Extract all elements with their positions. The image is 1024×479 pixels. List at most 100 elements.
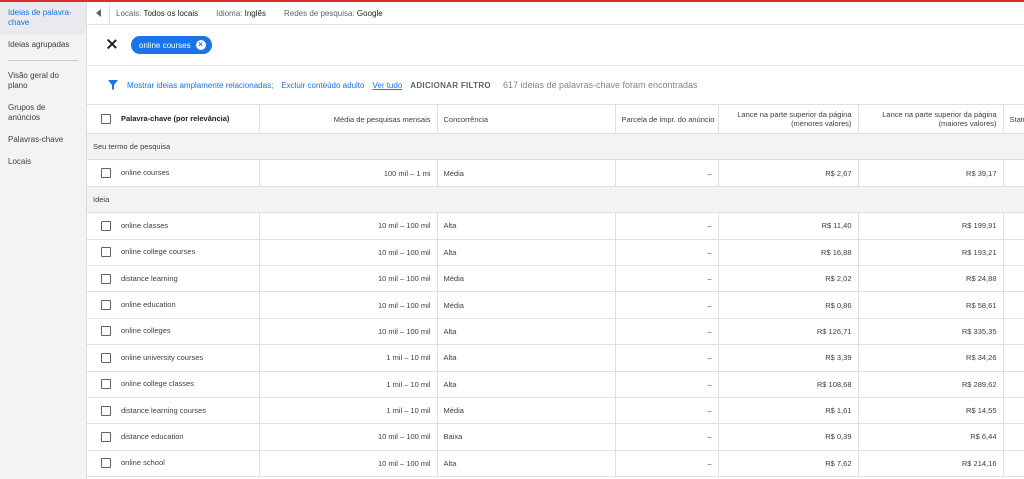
exclude-adult-link[interactable]: Excluir conteúdo adulto	[281, 81, 364, 90]
bid-low-cell: R$ 0,86	[718, 291, 859, 319]
sidebar-item-plan-overview[interactable]: Visão geral do plano	[0, 65, 86, 97]
keyword-text: online school	[121, 458, 165, 468]
sidebar: Ideias de palavra-chave Ideias agrupadas…	[0, 2, 87, 479]
bid-low-cell: R$ 7,62	[718, 450, 859, 478]
chevron-left-icon	[95, 9, 101, 17]
avg-searches-cell: 10 mil – 100 mil	[259, 423, 438, 451]
bid-high-cell: R$ 199,91	[858, 212, 1004, 240]
avg-searches-cell: 10 mil – 100 mil	[259, 239, 438, 266]
language-setting[interactable]: Idioma: Inglês	[216, 9, 266, 18]
chip-remove-icon[interactable]: ×	[195, 40, 206, 50]
row-checkbox[interactable]	[101, 458, 111, 469]
impression-share-cell: –	[615, 239, 719, 266]
sidebar-item-keyword-ideas[interactable]: Ideias de palavra-chave	[0, 2, 86, 34]
keyword-text: online college courses	[121, 247, 196, 257]
row-checkbox[interactable]	[101, 432, 111, 442]
column-header-avg-searches[interactable]: Média de pesquisas mensais	[259, 104, 438, 134]
view-all-link[interactable]: Ver tudo	[372, 81, 402, 90]
avg-searches-cell: 10 mil – 100 mil	[259, 291, 438, 319]
close-icon[interactable]	[103, 36, 121, 54]
bid-low-cell: R$ 126,71	[718, 318, 859, 346]
keyword-text: online university courses	[121, 352, 204, 362]
section-row-search-term: Seu termo de pesquisa	[87, 133, 1024, 161]
sidebar-item-grouped-ideas[interactable]: Ideias agrupadas	[0, 34, 86, 56]
bid-high-cell: R$ 24,88	[858, 265, 1004, 293]
filter-icon[interactable]	[107, 79, 119, 91]
status-cell	[1003, 371, 1024, 398]
locations-label: Locais:	[116, 8, 142, 18]
keyword-text: online courses	[121, 168, 170, 178]
sidebar-item-ad-groups[interactable]: Grupos de anúncios	[0, 97, 86, 129]
table-row: distance education 10 mil – 100 mil Baixa –…	[87, 423, 1024, 451]
impression-share-cell: –	[615, 423, 719, 451]
row-checkbox[interactable]	[101, 220, 111, 231]
bid-low-cell: R$ 11,40	[718, 212, 859, 240]
networks-setting[interactable]: Redes de pesquisa: Google	[284, 9, 383, 18]
column-header-keyword[interactable]: Palavra-chave (por relevância)	[87, 104, 260, 134]
column-header-status[interactable]: Status	[1003, 104, 1024, 134]
keyword-ideas-table: Palavra-chave (por relevância) Média de …	[87, 104, 1024, 478]
bid-high-cell: R$ 14,55	[858, 397, 1004, 425]
targeting-bar: Locais: Todos os locais Idioma: Inglês R…	[87, 2, 1024, 25]
status-cell	[1003, 239, 1024, 266]
language-value: Inglês	[244, 8, 266, 18]
column-header-bid-high[interactable]: Lance na parte superior da página (maior…	[858, 104, 1004, 134]
keyword-text: online college classes	[121, 379, 194, 389]
status-cell	[1003, 212, 1024, 240]
keyword-cell: online classes	[87, 212, 260, 240]
bid-high-cell: R$ 58,61	[858, 291, 1004, 319]
impression-share-cell: –	[615, 265, 719, 293]
keyword-text: online education	[121, 300, 176, 310]
impression-share-cell: –	[615, 450, 719, 478]
main-panel: Locais: Todos os locais Idioma: Inglês R…	[87, 2, 1024, 479]
competition-cell: Média	[437, 265, 616, 293]
sidebar-divider	[8, 60, 78, 61]
row-checkbox[interactable]	[101, 273, 111, 284]
competition-cell: Alta	[437, 344, 616, 372]
keyword-text: distance learning	[121, 273, 178, 283]
table-row: online school 10 mil – 100 mil Alta – R$ 7,6…	[87, 450, 1024, 478]
bid-low-cell: R$ 1,61	[718, 397, 859, 425]
bid-low-cell: R$ 2,67	[718, 159, 859, 187]
keyword-cell: online university courses	[87, 344, 260, 372]
row-checkbox[interactable]	[101, 247, 111, 258]
bid-low-cell: R$ 16,88	[718, 239, 859, 266]
broadly-related-link[interactable]: Mostrar ideias amplamente relacionadas;	[127, 81, 273, 90]
avg-searches-cell: 10 mil – 100 mil	[259, 265, 438, 293]
locations-value: Todos os locais	[143, 8, 199, 18]
row-checkbox[interactable]	[101, 379, 111, 390]
row-checkbox[interactable]	[101, 405, 111, 416]
add-filter-button[interactable]: ADICIONAR FILTRO	[410, 81, 491, 90]
impression-share-cell: –	[615, 212, 719, 240]
competition-cell: Média	[437, 291, 616, 319]
select-all-checkbox[interactable]	[101, 114, 111, 124]
collapse-sidebar-button[interactable]	[87, 2, 110, 24]
bid-low-cell: R$ 108,68	[718, 371, 859, 398]
results-count: 617 ideias de palavras-chave foram encon…	[502, 80, 698, 90]
impression-share-cell: –	[615, 371, 719, 398]
locations-setting[interactable]: Locais: Todos os locais	[116, 9, 198, 18]
bid-high-cell: R$ 39,17	[858, 159, 1004, 187]
column-header-competition[interactable]: Concorrência	[437, 104, 616, 134]
bid-high-cell: R$ 34,26	[858, 344, 1004, 372]
row-checkbox[interactable]	[101, 326, 111, 337]
sidebar-item-locations[interactable]: Locais	[0, 151, 86, 173]
keyword-text: distance learning courses	[121, 405, 207, 415]
row-checkbox[interactable]	[101, 300, 111, 311]
sidebar-item-keywords[interactable]: Palavras-chave	[0, 129, 86, 151]
row-checkbox[interactable]	[101, 352, 111, 363]
filter-row: Mostrar ideias amplamente relacionadas; …	[87, 66, 1024, 104]
competition-cell: Alta	[437, 239, 616, 266]
status-cell	[1003, 423, 1024, 451]
keyword-chip[interactable]: online courses ×	[131, 36, 212, 54]
keyword-cell: online college classes	[87, 371, 260, 398]
language-label: Idioma:	[216, 8, 243, 18]
column-header-bid-low[interactable]: Lance na parte superior da página (menor…	[718, 104, 859, 134]
bid-high-cell: R$ 335,35	[858, 318, 1004, 346]
table-row: online college courses 10 mil – 100 mil Al…	[87, 239, 1024, 266]
column-header-impression-share[interactable]: Parcela de impr. do anúncio	[615, 104, 719, 134]
keyword-cell: online courses	[87, 159, 260, 187]
row-checkbox[interactable]	[101, 168, 111, 179]
table-row: online classes 10 mil – 100 mil Alta – R$ 11…	[87, 212, 1024, 240]
status-cell	[1003, 397, 1024, 425]
